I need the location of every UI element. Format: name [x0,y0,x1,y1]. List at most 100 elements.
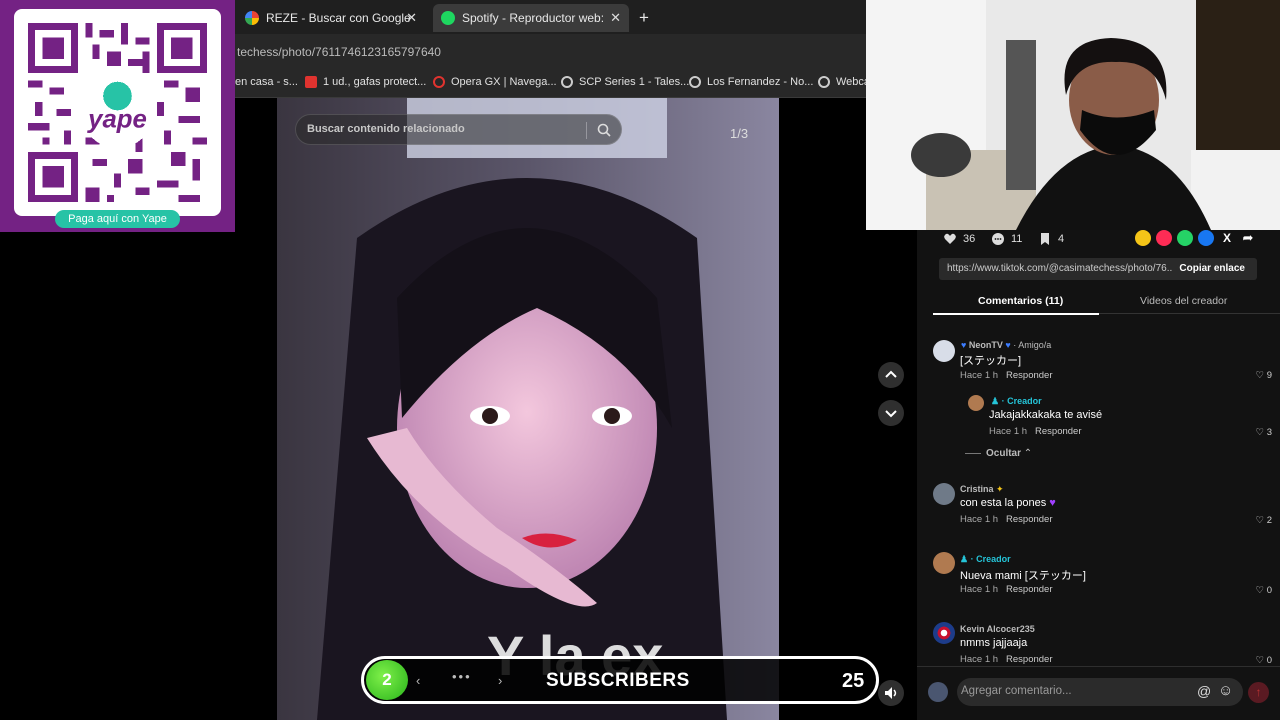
svg-text:yape: yape [86,106,147,134]
comment-bubble-icon [992,233,1004,245]
tab-spotify[interactable]: Spotify - Reproductor web: músi ✕ [433,4,629,32]
address-bar[interactable]: techess/photo/7611746123165797640 [235,34,866,70]
next-video-button[interactable] [878,400,904,426]
speaker-icon [885,687,897,699]
site-icon [818,76,830,88]
bookmark-item[interactable]: Opera GX | Navega... [433,76,557,88]
dots-icon: ••• [452,669,472,684]
share-arrow-icon[interactable]: ➦ [1240,230,1256,246]
active-tab-indicator [933,313,1099,315]
comment-meta: Hace 1 h Responder [960,370,1053,381]
copy-link-button[interactable]: Copiar enlace [1179,263,1245,274]
bookmark-icon [1041,233,1049,245]
reply-button[interactable]: Responder [1006,584,1052,595]
tab-label: REZE - Buscar con Google [266,11,411,25]
bookmark-item[interactable]: 1 ud., gafas protect... [305,76,426,88]
comment-author[interactable]: Cristina ✦ [960,484,1004,495]
site-icon [689,76,701,88]
subscriber-goal-bar: 2 ‹ ••• › SUBSCRIBERS 25 [361,656,879,704]
volume-button[interactable] [878,680,904,706]
bookmark-item[interactable]: Los Fernandez - No... [689,76,813,88]
chevron-down-icon [885,410,897,418]
comment-placeholder: Agregar comentario... [961,685,1072,697]
avatar[interactable] [933,552,955,574]
comment-likes[interactable]: ♡ 2 [1256,515,1272,526]
subscriber-count: 25 [842,670,865,692]
google-icon [245,11,259,25]
save-stat[interactable]: 4 [1038,232,1064,246]
comment-stat[interactable]: 11 [991,232,1022,246]
add-comment-input[interactable]: Agregar comentario... @ ☺ [957,678,1243,706]
shop-icon [305,76,317,88]
divider [586,122,587,139]
comment-likes[interactable]: ♡ 0 [1256,585,1272,596]
spotify-icon [441,11,455,25]
post-comment-button[interactable]: ↑ [1248,682,1269,703]
related-search-input[interactable]: Buscar contenido relacionado [295,114,622,145]
reply-button[interactable]: Responder [1006,654,1052,665]
comment-count: 11 [1011,233,1023,245]
divider [917,666,1280,667]
reply-button[interactable]: Responder [1006,370,1052,381]
url-text: techess/photo/7611746123165797640 [237,45,441,59]
reply-button[interactable]: Responder [1006,514,1052,525]
comment-likes[interactable]: ♡ 9 [1256,370,1272,381]
chevron-right-icon[interactable]: › [498,673,502,688]
photo-page-counter: 1/3 [730,126,749,141]
chevron-left-icon[interactable]: ‹ [416,673,420,688]
search-icon[interactable] [597,123,611,137]
bookmark-item[interactable]: en casa - s... [235,76,298,88]
comment-meta: Hace 1 h Responder [960,584,1053,595]
details-panel: 36 11 4 X ➦ https://www.tiktok.com/@casi… [917,230,1280,720]
comment-author[interactable]: ♥ NeonTV ♥ · Amigo/a [961,340,1051,350]
like-stat[interactable]: 36 [943,232,975,246]
comment-author[interactable]: ♟ · Creador [960,554,1011,565]
tab-comments[interactable]: Comentarios (11) [978,295,1063,307]
webcam-feed [866,0,1280,230]
comment-author[interactable]: Kevin Alcocer235 [960,624,1035,634]
tab-creator-videos[interactable]: Videos del creador [1140,295,1227,307]
x-icon[interactable]: X [1219,230,1235,246]
avatar[interactable] [933,622,955,644]
embed-icon[interactable] [1135,230,1151,246]
previous-video-button[interactable] [878,362,904,388]
close-tab-icon[interactable]: ✕ [610,10,621,26]
avatar[interactable] [968,395,984,411]
new-tab-button[interactable]: + [631,4,657,32]
chevron-up-icon [885,370,897,378]
comment-meta: Hace 1 h Responder [960,654,1053,665]
comment-meta: Hace 1 h Responder [960,514,1053,525]
comment-text: nmms jajjaaja [960,637,1028,649]
send-icon[interactable] [1156,230,1172,246]
photo-viewer[interactable]: Y la ex [277,98,779,720]
facebook-icon[interactable] [1198,230,1214,246]
comment-author[interactable]: ♟ · Creador [991,396,1042,407]
close-tab-icon[interactable]: ✕ [406,10,417,26]
heart-icon [944,233,956,244]
search-placeholder: Buscar contenido relacionado [307,123,465,135]
comment-text: Nueva mami [ステッカー] [960,570,1086,582]
comment-meta: Hace 1 h Responder [989,426,1082,437]
share-url[interactable]: https://www.tiktok.com/@casimatechess/ph… [947,263,1173,274]
comment-likes[interactable]: ♡ 0 [1256,655,1272,666]
comment-likes[interactable]: ♡ 3 [1256,427,1272,438]
reply-button[interactable]: Responder [1035,426,1081,437]
avatar[interactable] [933,483,955,505]
comment-text: con esta la pones ♥ [960,497,1056,509]
subscriber-label: SUBSCRIBERS [546,670,690,691]
share-icons: X ➦ [1135,230,1256,246]
bookmarks-bar: en casa - s... 1 ud., gafas protect... O… [235,70,870,98]
bookmark-item[interactable]: Webca [818,76,870,88]
browser-tab-bar: REZE - Buscar con Google ✕ Spotify - Rep… [235,0,866,34]
emoji-icon[interactable]: ☺ [1218,682,1233,699]
avatar[interactable] [933,340,955,362]
qr-code-icon: yape [28,23,207,202]
mention-icon[interactable]: @ [1197,683,1211,699]
yape-pay-button[interactable]: Paga aquí con Yape [55,210,180,228]
bookmark-item[interactable]: SCP Series 1 - Tales... [561,76,689,88]
tab-google-search[interactable]: REZE - Buscar con Google ✕ [237,4,425,32]
comment-text: Jakajakkakaka te avisé [989,409,1103,421]
hide-replies-button[interactable]: Ocultar ⌃ [965,448,1032,459]
whatsapp-icon[interactable] [1177,230,1193,246]
subscriber-progress-circle: 2 [366,660,408,700]
